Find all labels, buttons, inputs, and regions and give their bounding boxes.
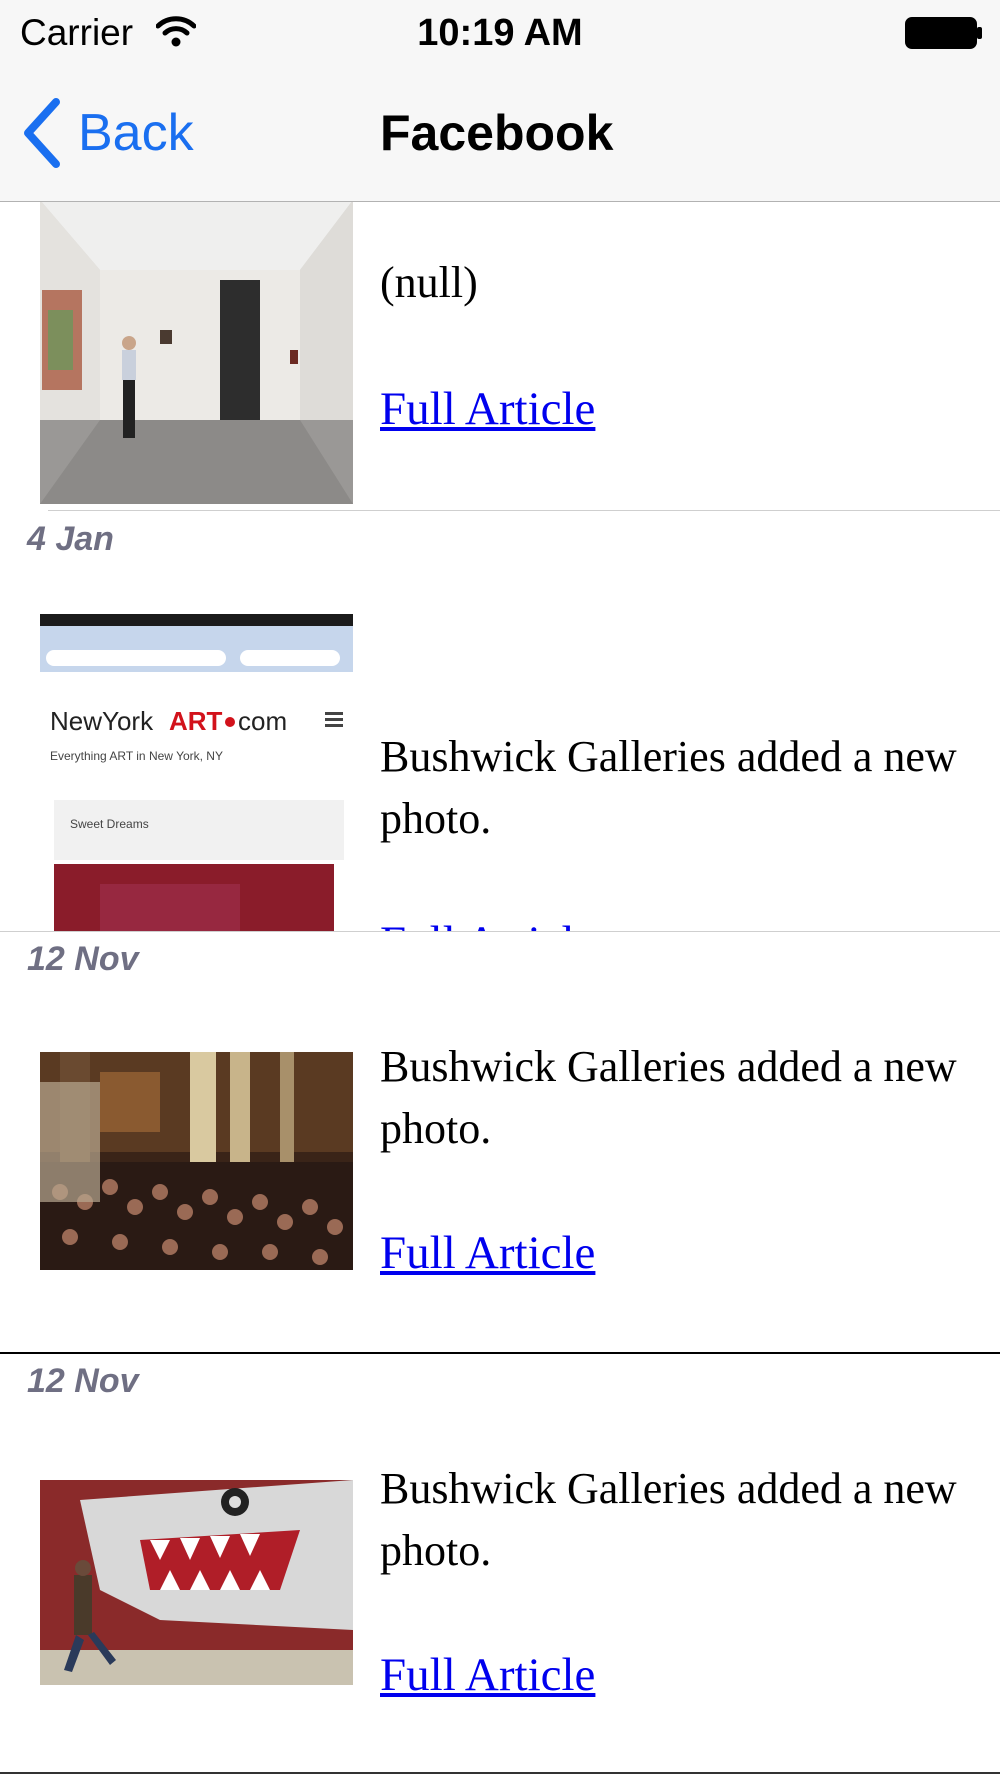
svg-text:ART: ART xyxy=(169,706,223,736)
date-header: 12 Nov xyxy=(27,940,139,978)
date-header: 4 Jan xyxy=(27,520,114,558)
svg-text:NewYork: NewYork xyxy=(50,706,154,736)
post-text: Bushwick Galleries added a new photo. xyxy=(380,732,957,843)
full-article-link[interactable]: Full Article xyxy=(380,1648,595,1702)
post-text: Bushwick Galleries added a new photo. xyxy=(380,1464,957,1575)
date-header: 12 Nov xyxy=(27,1362,139,1400)
full-article-link[interactable]: Full Article xyxy=(380,1226,595,1280)
page-title: Facebook xyxy=(380,105,614,161)
status-time: 10:19 AM xyxy=(417,12,583,54)
post-text: (null) xyxy=(380,258,478,307)
row-separator xyxy=(0,931,1000,932)
full-article-link[interactable]: Full Article xyxy=(380,916,595,932)
post-text: Bushwick Galleries added a new photo. xyxy=(380,1042,957,1153)
row-separator xyxy=(0,1352,1000,1354)
feed-item: 4 Jan NewYork ART com Everything ART in … xyxy=(0,512,1000,932)
full-article-link[interactable]: Full Article xyxy=(380,382,595,436)
battery-icon xyxy=(905,17,982,49)
gallery-room-photo xyxy=(40,200,353,504)
row-separator xyxy=(0,1772,1000,1774)
newyorkart-screenshot-photo: NewYork ART com Everything ART in New Yo… xyxy=(40,614,353,932)
svg-text:Everything ART in New York, NY: Everything ART in New York, NY xyxy=(50,749,223,763)
shark-mural-photo xyxy=(40,1480,353,1685)
gallery-crowd-photo xyxy=(40,1052,353,1270)
navigation-bar: Carrier 10:19 AM Back Facebook xyxy=(0,0,1000,202)
row-separator xyxy=(48,510,1000,511)
back-label: Back xyxy=(78,104,194,162)
back-button[interactable]: Back xyxy=(22,96,194,170)
chevron-left-icon xyxy=(24,98,60,168)
feed-list[interactable]: (null) Full Article 4 Jan NewYork ART co… xyxy=(0,0,1000,1778)
svg-text:Sweet Dreams: Sweet Dreams xyxy=(70,817,149,831)
svg-text:com: com xyxy=(238,706,287,736)
